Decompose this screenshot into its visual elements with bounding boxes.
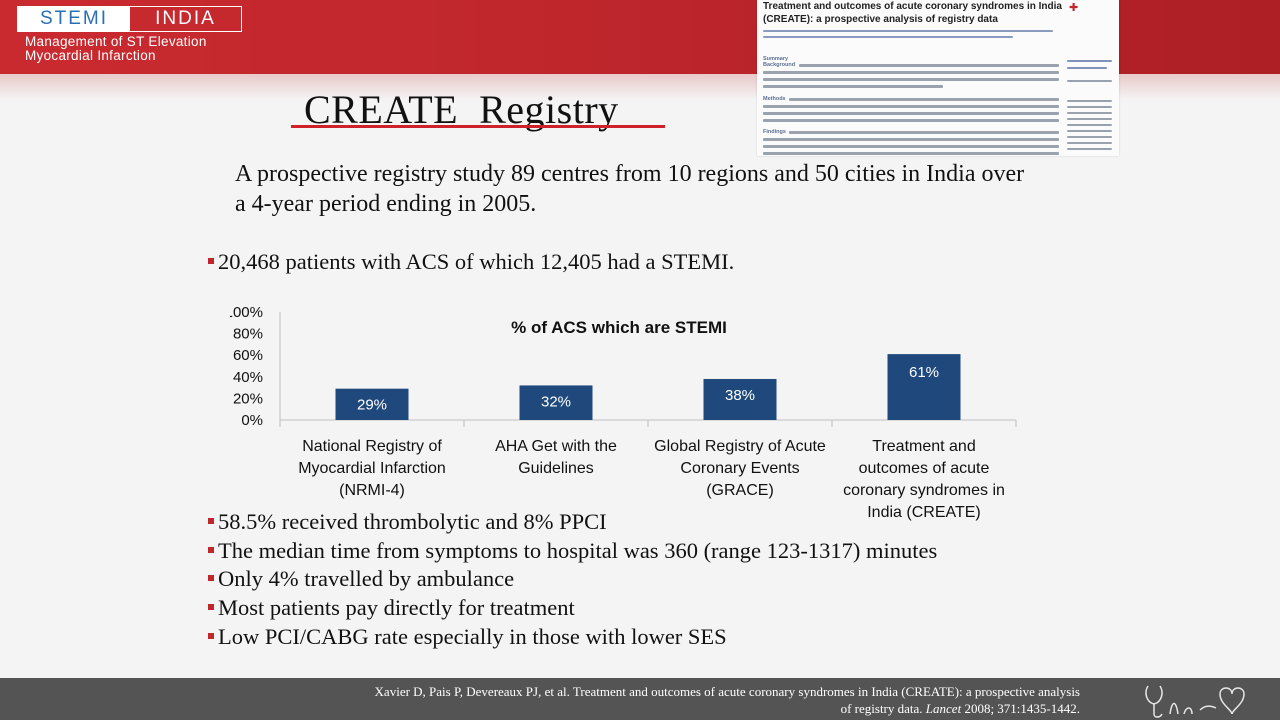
intro-line-1: A prospective registry study 89 centres …: [235, 161, 1025, 187]
category-label: Treatment and: [872, 438, 975, 455]
bullet-marker: [208, 258, 214, 264]
category-label: outcomes of acute: [859, 460, 990, 477]
citation-post: 2008; 371:1435-1442.: [961, 701, 1080, 716]
bar-data-label: 38%: [725, 387, 755, 404]
category-label: Global Registry of Acute: [654, 438, 826, 455]
bullet-text: Only 4% travelled by ambulance: [218, 566, 515, 591]
category-label: AHA Get with the: [495, 438, 617, 455]
bullet-text: Most patients pay directly for treatment: [218, 595, 575, 620]
citation-line-2: of registry data. Lancet 2008; 371:1435-…: [841, 701, 1080, 717]
bullet-patients-text: 20,468 patients with ACS of which 12,405…: [218, 249, 735, 274]
bullet-item: The median time from symptoms to hospita…: [208, 538, 937, 564]
category-label: National Registry of: [302, 438, 442, 455]
citation-pre: of registry data.: [840, 701, 926, 716]
bullet-item: 58.5% received thrombolytic and 8% PPCI: [208, 509, 607, 535]
citation-journal: Lancet: [925, 701, 962, 716]
bullet-item: Only 4% travelled by ambulance: [208, 566, 514, 592]
bar-data-label: 32%: [541, 393, 571, 410]
category-label: coronary syndromes in: [843, 482, 1005, 499]
logo-stemi-text: STEMI: [18, 7, 130, 31]
bullet-marker: [208, 547, 214, 553]
bullet-text: 58.5% received thrombolytic and 8% PPCI: [218, 509, 607, 534]
category-label: (GRACE): [706, 482, 774, 499]
bar-data-label: 61%: [909, 364, 939, 381]
chart-title: % of ACS which are STEMI: [511, 318, 727, 337]
bullet-marker: [208, 633, 214, 639]
bullet-text: Low PCI/CABG rate especially in those wi…: [218, 624, 727, 649]
bullet-text: The median time from symptoms to hospita…: [218, 538, 938, 563]
bullet-marker: [208, 518, 214, 524]
stemi-bar-chart: 0% 20% 40% 60% 80% 100% 29% 32% 38% 61% National…: [230, 304, 1017, 521]
logo-subtitle-line1: Management of ST Elevation: [25, 34, 207, 49]
paper-findings-label: Findings: [763, 129, 786, 135]
y-tick-label: 80%: [233, 326, 263, 343]
paper-background-label: Background: [763, 62, 796, 68]
y-tick-label: 40%: [233, 369, 263, 386]
y-tick-label: 100%: [230, 304, 263, 321]
bullet-item: Low PCI/CABG rate especially in those wi…: [208, 624, 727, 650]
category-label: Coronary Events: [680, 460, 799, 477]
bullet-item: Most patients pay directly for treatment: [208, 595, 575, 621]
paper-thumbnail: Treatment and outcomes of acute coronary…: [757, 0, 1119, 156]
paper-title: Treatment and outcomes of acute coronary…: [763, 1, 1062, 25]
paper-methods-label: Methods: [763, 96, 786, 102]
y-tick-label: 0%: [241, 412, 263, 429]
crossmark-icon: ✚: [1069, 2, 1079, 14]
intro-line-2: a 4-year period ending in 2005.: [235, 191, 537, 217]
bullet-patients: 20,468 patients with ACS of which 12,405…: [208, 249, 734, 275]
category-label: India (CREATE): [867, 504, 981, 521]
bullet-marker: [208, 575, 214, 581]
category-label: Guidelines: [518, 460, 594, 477]
logo-india-text: INDIA: [155, 8, 216, 29]
stemi-india-logo: STEMI INDIA: [17, 6, 242, 32]
y-tick-label: 20%: [233, 390, 263, 407]
category-label: Myocardial Infarction: [298, 460, 446, 477]
stethoscope-heart-logo-icon: [1145, 685, 1245, 718]
logo-subtitle-line2: Myocardial Infarction: [25, 48, 156, 63]
title-underline: [291, 125, 665, 128]
y-tick-label: 60%: [233, 347, 263, 364]
category-label: (NRMI-4): [339, 482, 405, 499]
bullet-marker: [208, 604, 214, 610]
bar-data-label: 29%: [357, 397, 387, 414]
citation-line-1: Xavier D, Pais P, Devereaux PJ, et al. T…: [374, 684, 1080, 699]
